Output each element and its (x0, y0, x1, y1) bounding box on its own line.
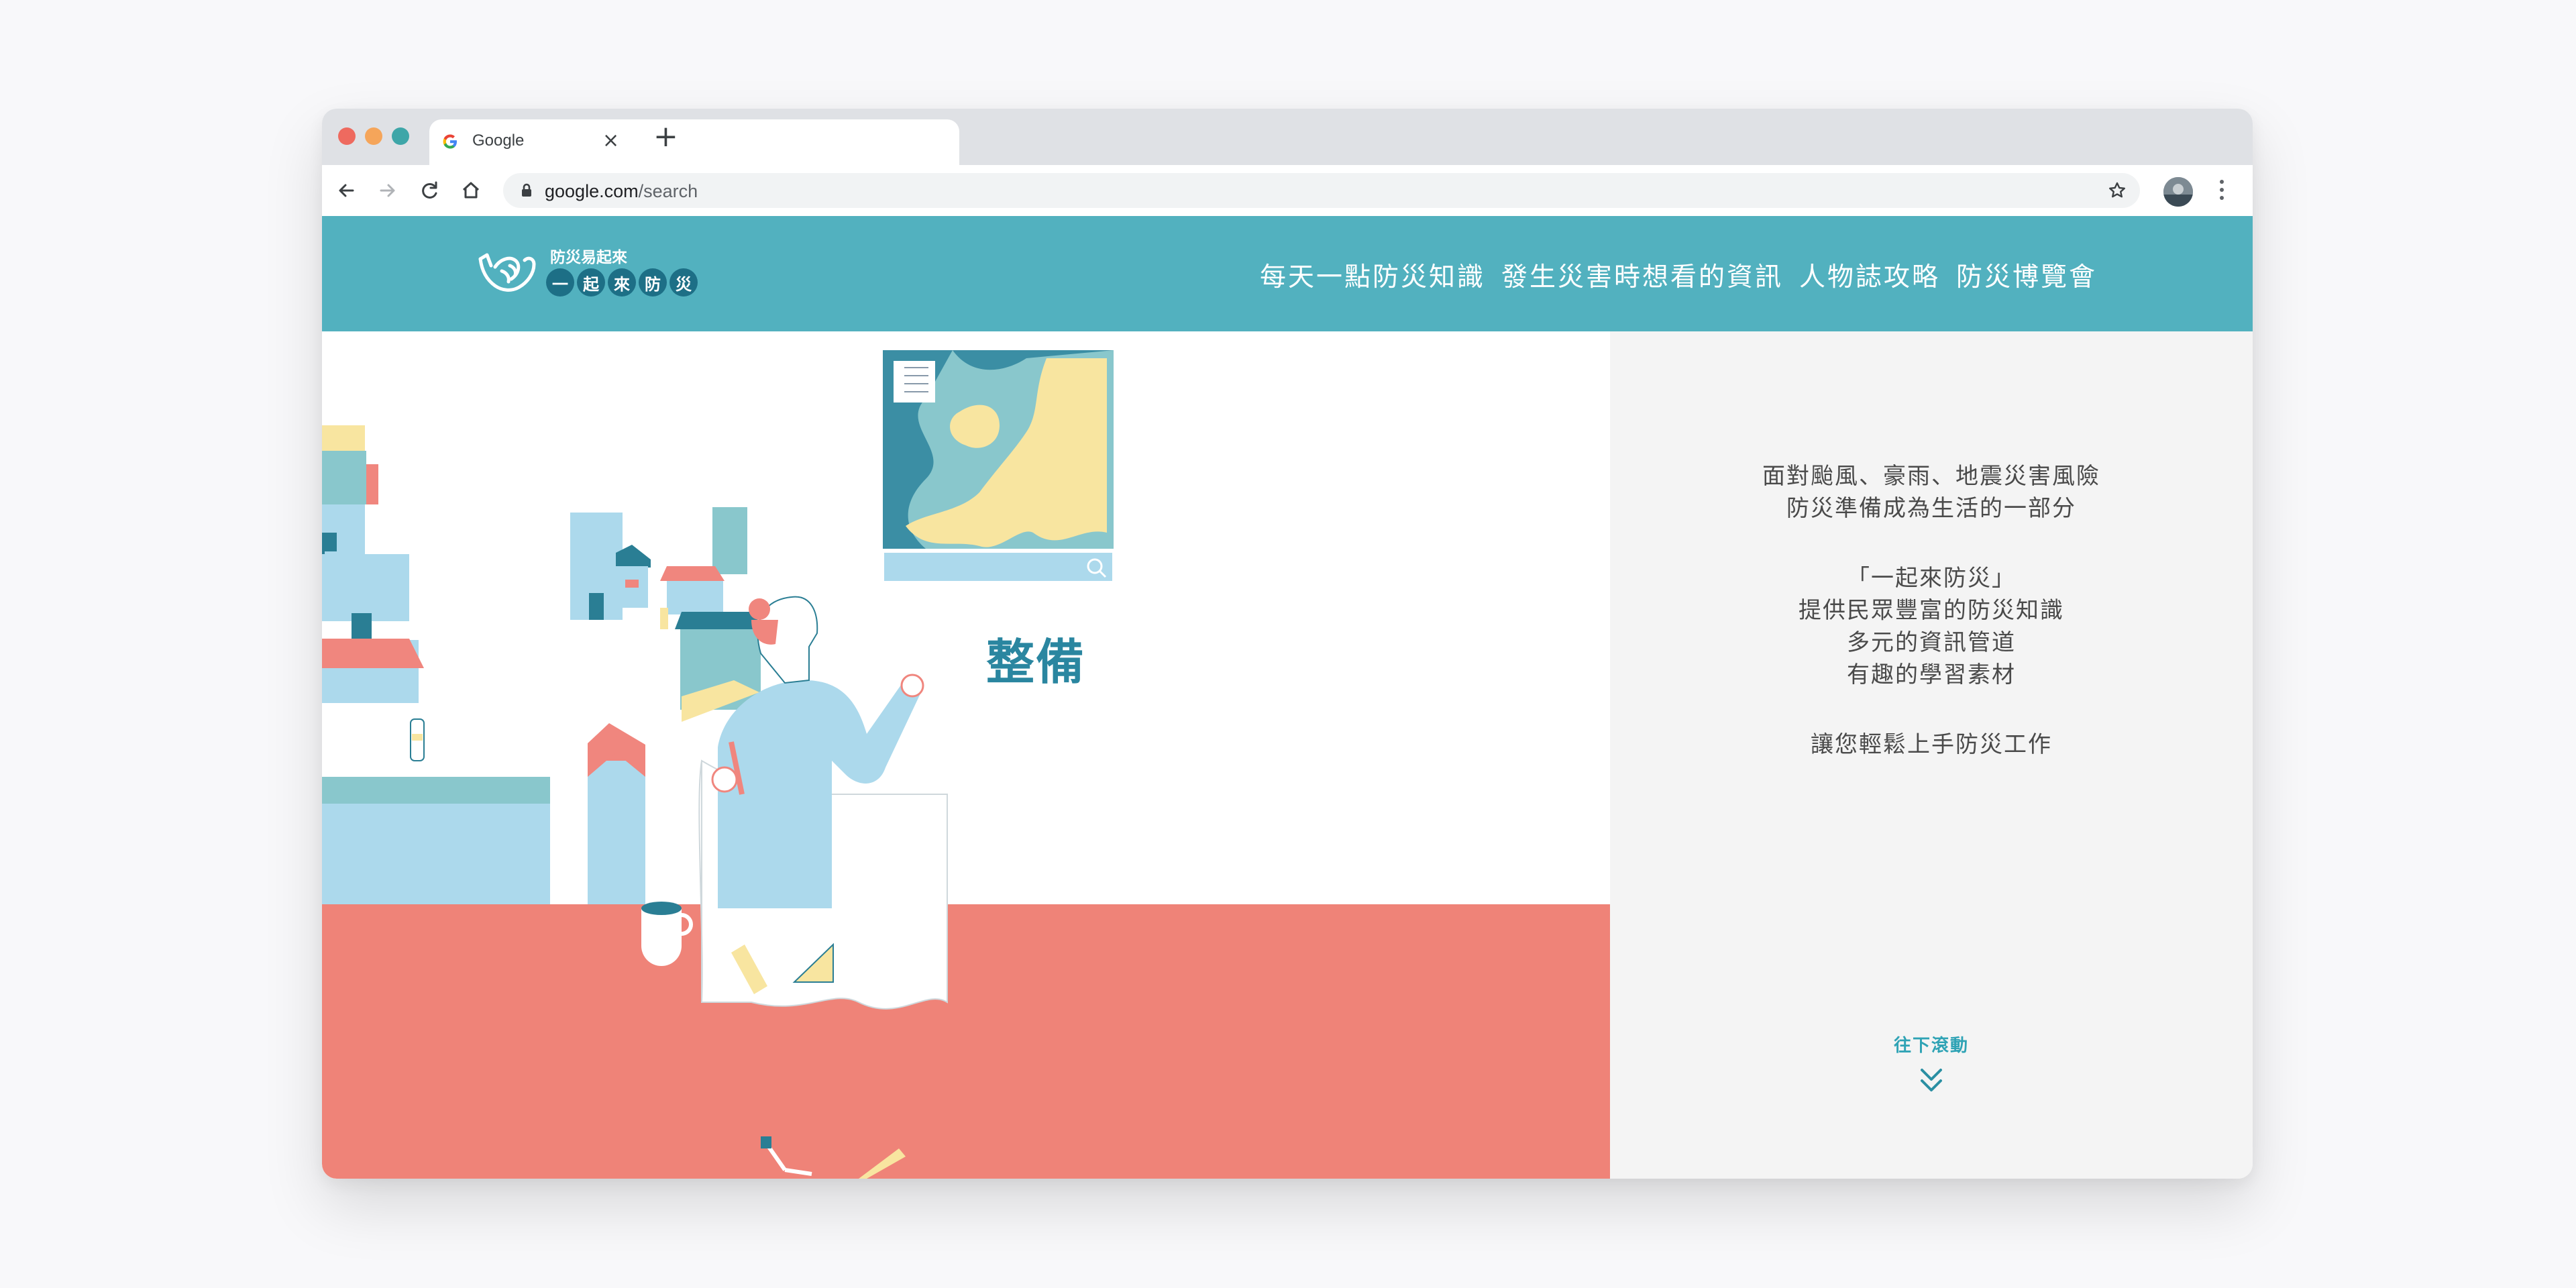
close-window-button[interactable] (338, 127, 356, 145)
site-header: 防災易起來 一 起 來 防 災 每天一點防災知識 發生災害時想看的資訊 人物誌攻… (322, 216, 2253, 331)
forward-arrow-icon[interactable] (376, 178, 400, 203)
intro-line: 多元的資訊管道 (1847, 629, 2016, 656)
browser-window: Google × + google.com/search 防災易起來 一 起 來… (322, 109, 2253, 1179)
intro-line: 有趣的學習素材 (1847, 661, 2016, 688)
logo-char: 災 (669, 268, 698, 297)
intro-line: 提供民眾豐富的防災知識 (1799, 597, 2064, 624)
logo-char: 防 (639, 268, 667, 297)
preparedness-illustration-icon (322, 350, 1610, 1179)
logo-char: 來 (608, 268, 636, 297)
logo-wordmark[interactable]: 一 起 來 防 災 (546, 268, 698, 297)
back-arrow-icon[interactable] (334, 178, 358, 203)
url-text: google.com/search (545, 181, 698, 201)
browser-tab[interactable]: Google × (429, 119, 959, 165)
close-tab-icon[interactable]: × (602, 129, 619, 152)
nav-daily-knowledge[interactable]: 每天一點防災知識 (1260, 256, 1485, 294)
scroll-down-button[interactable]: 往下滾動 (1610, 1032, 2253, 1095)
maximize-window-button[interactable] (392, 127, 409, 145)
logo-char: 起 (577, 268, 605, 297)
nav-expo[interactable]: 防災博覽會 (1956, 256, 2097, 294)
profile-avatar[interactable] (2163, 177, 2193, 207)
new-tab-icon[interactable]: + (653, 122, 678, 152)
logo-tagline: 防災易起來 (550, 249, 627, 266)
hero-label: 整備 (986, 634, 1086, 690)
address-bar[interactable]: google.com/search (503, 173, 2140, 208)
intro-line: 讓您輕鬆上手防災工作 (1811, 731, 2052, 758)
hero-illustration: 整備 (322, 331, 1610, 1179)
logo-char: 一 (546, 268, 574, 297)
shaka-hand-logo-icon[interactable] (475, 247, 539, 301)
intro-line: 「一起來防災」 (1847, 565, 2016, 592)
bookmark-star-icon[interactable] (2106, 180, 2128, 201)
main-nav: 每天一點防災知識 發生災害時想看的資訊 人物誌攻略 防災博覽會 (1260, 256, 2097, 294)
nav-disaster-info[interactable]: 發生災害時想看的資訊 (1501, 256, 1783, 294)
browser-toolbar: google.com/search (322, 165, 2253, 217)
minimize-window-button[interactable] (365, 127, 382, 145)
double-chevron-down-icon (1921, 1069, 1942, 1091)
intro-line: 面對颱風、豪雨、地震災害風險 (1762, 463, 2100, 490)
intro-line: 防災準備成為生活的一部分 (1786, 495, 2076, 522)
lock-icon (522, 183, 531, 197)
intro-panel: 面對颱風、豪雨、地震災害風險 防災準備成為生活的一部分 「一起來防災」 提供民眾… (1610, 331, 2253, 1179)
tab-bar: Google × + (322, 109, 2253, 165)
scroll-down-label: 往下滾動 (1893, 1036, 1969, 1056)
tab-title: Google (472, 131, 525, 150)
reload-icon[interactable] (417, 178, 441, 203)
profile-photo-icon (2163, 177, 2193, 207)
google-favicon-icon (443, 134, 457, 149)
home-icon[interactable] (459, 178, 483, 203)
nav-persona-guide[interactable]: 人物誌攻略 (1799, 256, 1940, 294)
more-menu-icon[interactable] (2218, 180, 2226, 203)
